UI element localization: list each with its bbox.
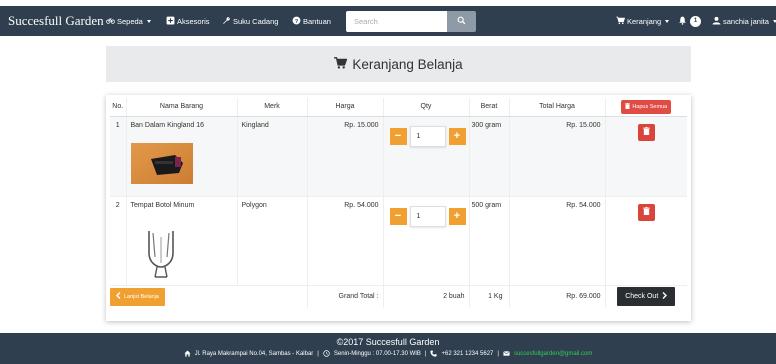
bicycle-icon [106,16,115,27]
column-header-total: Total Harga [509,98,606,117]
delete-item-button[interactable] [637,203,655,221]
nav-aksesoris[interactable]: Aksesoris [166,16,210,27]
home-icon [184,350,191,357]
brand-logo[interactable]: Succesfull Garden [0,13,104,29]
cell-merk: Kingland [237,116,308,197]
footer-separator: | [317,350,319,357]
cell-total: Rp. 15.000 [509,116,606,197]
totals-row: Lanjut Belanja Grand Total : 2 buah 1 Kg… [110,285,687,308]
page-header: Keranjang Belanja [106,46,691,82]
nav-suku-cadang[interactable]: Suku Cadang [222,16,278,27]
search-input[interactable] [346,11,447,32]
wrench-icon [222,16,231,27]
cell-harga: Rp. 54.000 [307,196,384,286]
cell-no: 2 [110,196,127,286]
bell-icon [678,16,687,27]
table-row: 1 Ban Dalam Kingland 16 Kingland Rp. 15.… [110,116,687,197]
copyright-text: ©2017 Succesfull Garden [336,337,440,347]
clock-icon [323,350,330,357]
notification-badge: 1 [690,15,701,27]
qty-plus-button[interactable]: + [448,207,466,225]
question-circle-icon: ? [292,16,301,27]
envelope-icon [503,350,510,357]
hapus-semua-label: Hapus Semua [632,103,668,110]
qty-input[interactable]: 1 [409,125,446,147]
shopping-cart-icon [334,57,348,71]
cell-harga: Rp. 15.000 [307,116,384,197]
nav-aksesoris-label: Aksesoris [177,16,210,26]
total-weight: 1 Kg [469,285,510,308]
footer-email[interactable]: succesfullgarden@gmail.com [514,351,592,357]
trash-icon [642,207,650,217]
checkout-button[interactable]: Check Out [617,287,676,307]
cell-name: Ban Dalam Kingland 16 [130,121,205,129]
search-button[interactable] [447,11,476,32]
cell-no: 1 [110,116,127,197]
svg-text:?: ? [295,18,299,24]
trash-icon [642,127,650,137]
user-icon [712,16,721,27]
cell-berat: 500 gram [469,196,510,286]
footer-separator: | [497,350,499,357]
column-header-qty: Qty [383,98,470,117]
table-header-row: No. Nama Barang Merk Harga Qty Berat Tot… [110,98,687,117]
footer-phone: +62 321 1234 5627 [441,350,494,357]
trash-icon [625,102,631,111]
column-header-berat: Berat [469,98,510,117]
hapus-semua-button[interactable]: Hapus Semua [621,99,672,114]
lanjut-belanja-label: Lanjut Belanja [124,293,159,300]
contact-info: Jl. Raya Makrampai No.04, Sambas - Kalba… [0,350,776,357]
shopping-cart-icon [616,16,626,27]
footer-separator: | [424,350,427,357]
nav-sepeda-label: Sepeda [117,16,143,26]
column-header-no: No. [110,98,127,117]
qty-minus-button[interactable]: − [389,127,407,145]
nav-suku-cadang-label: Suku Cadang [233,16,279,26]
search-icon [457,16,466,27]
qty-plus-button[interactable]: + [448,127,466,145]
footer-hours: Senin-Minggu : 07.00-17.30 WIB [333,350,421,357]
cell-merk: Polygon [237,196,308,286]
nav-user-label: sanchia janita [723,16,769,26]
page-title: Keranjang Belanja [352,56,463,72]
phone-icon [430,350,438,357]
nav-keranjang[interactable]: Keranjang [616,16,670,27]
cell-berat: 300 gram [469,116,510,197]
chevron-down-icon [146,19,151,23]
chevron-down-icon [665,19,670,23]
site-footer: ©2017 Succesfull Garden Jl. Raya Makramp… [0,333,776,364]
delete-item-button[interactable] [637,123,655,141]
total-qty: 2 buah [383,285,470,308]
plus-square-icon [166,16,175,27]
quantity-stepper: − 1 + [389,205,469,227]
grand-total-value: Rp. 69.000 [509,285,606,308]
nav-bantuan[interactable]: ? Bantuan [292,16,331,27]
nav-keranjang-label: Keranjang [627,16,662,26]
column-header-name: Nama Barang [126,98,238,117]
navbar: Succesfull Garden Sepeda Aksesoris Suku … [0,6,776,36]
cart-panel: No. Nama Barang Merk Harga Qty Berat Tot… [106,95,691,321]
table-row: 2 Tempat Botol Minum Polygon Rp. 54.000 … [110,196,687,286]
checkout-label: Check Out [625,293,659,301]
chevron-right-icon [662,292,668,301]
column-header-harga: Harga [307,98,384,117]
chevron-left-icon [116,292,121,301]
footer-address: Jl. Raya Makrampai No.04, Sambas - Kalba… [194,350,314,357]
qty-input[interactable]: 1 [409,205,446,227]
cell-name: Tempat Botol Minum [130,201,195,209]
column-header-merk: Merk [237,98,308,117]
cell-total: Rp. 54.000 [509,196,606,286]
qty-minus-button[interactable]: − [389,207,407,225]
nav-user[interactable]: sanchia janita [712,16,776,27]
grand-total-label: Grand Total : [307,285,384,308]
nav-sepeda[interactable]: Sepeda [106,16,151,27]
product-image [130,142,237,186]
product-image [130,222,237,285]
cart-table: No. Nama Barang Merk Harga Qty Berat Tot… [110,98,687,308]
nav-bantuan-label: Bantuan [303,16,331,26]
nav-notifications[interactable]: 1 [678,15,701,27]
quantity-stepper: − 1 + [389,125,469,147]
lanjut-belanja-button[interactable]: Lanjut Belanja [110,287,165,306]
